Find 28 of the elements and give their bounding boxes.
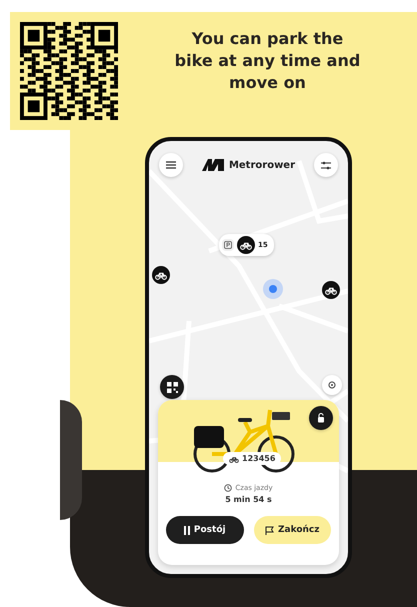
bike-icon bbox=[237, 236, 255, 254]
logo-icon bbox=[202, 159, 224, 171]
filter-button[interactable] bbox=[314, 153, 338, 177]
target-icon bbox=[327, 380, 337, 390]
padlock-icon bbox=[317, 413, 325, 423]
menu-button[interactable] bbox=[159, 153, 183, 177]
qr-scan-button[interactable] bbox=[160, 375, 184, 399]
finish-button[interactable]: Zakończ bbox=[254, 516, 331, 544]
location-marker bbox=[263, 279, 283, 299]
pause-button[interactable]: Postój bbox=[166, 516, 244, 544]
lock-button[interactable] bbox=[309, 406, 333, 430]
parking-icon bbox=[222, 239, 234, 251]
locate-button[interactable] bbox=[322, 375, 342, 395]
bike-number: 123456 bbox=[242, 454, 276, 463]
bike-marker[interactable] bbox=[322, 281, 340, 299]
bike-icon bbox=[229, 454, 239, 462]
menu-icon bbox=[166, 161, 176, 169]
bike-icon bbox=[325, 285, 337, 295]
flag-icon bbox=[264, 526, 274, 534]
bike-marker[interactable] bbox=[152, 266, 170, 284]
pause-icon bbox=[184, 526, 190, 534]
ride-time: 5 min 54 s bbox=[225, 495, 272, 504]
qr-icon bbox=[166, 382, 178, 392]
sliders-icon bbox=[321, 160, 331, 170]
headline: You can park the bike at any time and move on bbox=[174, 28, 362, 94]
clock-icon bbox=[224, 484, 232, 492]
brand-name: Metrorower bbox=[228, 160, 296, 170]
bike-icon bbox=[155, 270, 167, 280]
